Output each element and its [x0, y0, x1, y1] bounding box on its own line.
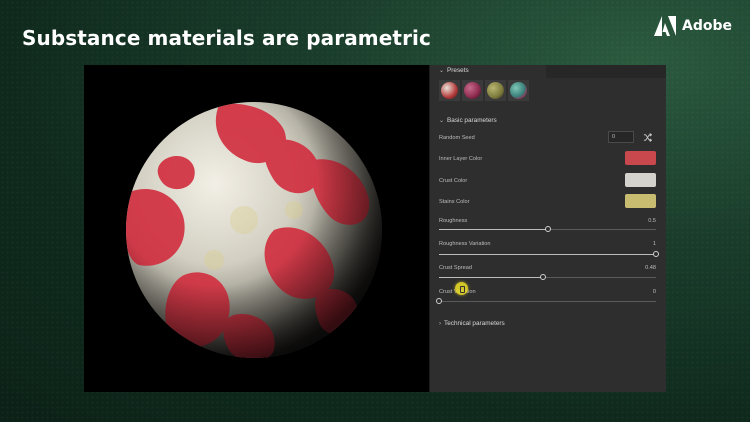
slider-fill	[439, 228, 548, 230]
random-seed-input[interactable]	[608, 131, 634, 143]
roughness-slider[interactable]	[439, 226, 656, 232]
inner-layer-color-label: Inner Layer Color	[439, 156, 483, 162]
chevron-right-icon: ›	[439, 320, 441, 327]
crust-spread-slider[interactable]	[439, 274, 656, 280]
roughness-variation-slider[interactable]	[439, 251, 659, 257]
presets-section-header[interactable]: ⌄ Presets	[439, 67, 469, 74]
slider-handle[interactable]	[540, 274, 547, 280]
slider-fill	[439, 276, 544, 278]
crust-variation-slider[interactable]	[436, 298, 656, 304]
technical-parameters-section-header[interactable]: › Technical parameters	[439, 320, 505, 327]
adobe-logo-icon	[654, 16, 676, 36]
roughness-variation-label: Roughness Variation	[439, 241, 491, 247]
stains-color-swatch[interactable]	[625, 194, 656, 208]
shuffle-icon[interactable]	[643, 133, 652, 142]
inner-layer-color-swatch[interactable]	[625, 151, 656, 165]
roughness-variation-value: 1	[652, 241, 656, 247]
crust-variation-value: 0	[652, 289, 656, 295]
material-viewport[interactable]	[84, 65, 429, 392]
preset-thumbnail[interactable]	[508, 80, 529, 101]
brand-name: Adobe	[682, 18, 732, 34]
crust-color-label: Crust Color	[439, 178, 468, 184]
presets-label: Presets	[447, 67, 469, 74]
panel-tab-area	[546, 65, 666, 78]
crust-spread-value: 0.48	[645, 265, 656, 271]
brand-logo: Adobe	[654, 16, 732, 36]
stains-color-label: Stains Color	[439, 199, 470, 205]
slider-handle[interactable]	[653, 251, 659, 257]
slider-handle[interactable]	[436, 298, 442, 304]
mouse-cursor-highlight	[455, 282, 468, 295]
crust-color-swatch[interactable]	[625, 173, 656, 187]
slider-handle[interactable]	[544, 226, 551, 232]
preset-thumbnail[interactable]	[439, 80, 460, 101]
parameters-panel: ⌄ Presets ⌄ Basic parameters Random Seed…	[429, 65, 666, 392]
material-sphere-preview	[126, 102, 382, 358]
chevron-down-icon: ⌄	[439, 68, 445, 74]
roughness-value: 0.5	[648, 218, 656, 224]
roughness-label: Roughness	[439, 218, 468, 224]
presets-list	[439, 80, 529, 101]
slider-track	[439, 300, 656, 302]
preset-thumbnail[interactable]	[485, 80, 506, 101]
preset-thumbnail[interactable]	[462, 80, 483, 101]
chevron-down-icon: ⌄	[439, 118, 445, 124]
basic-parameters-section-header[interactable]: ⌄ Basic parameters	[439, 117, 497, 124]
random-seed-label: Random Seed	[439, 135, 475, 141]
slide-title: Substance materials are parametric	[22, 26, 431, 50]
basic-parameters-label: Basic parameters	[447, 117, 497, 124]
slider-fill	[439, 253, 656, 255]
technical-parameters-label: Technical parameters	[444, 320, 505, 327]
crust-spread-label: Crust Spread	[439, 265, 472, 271]
